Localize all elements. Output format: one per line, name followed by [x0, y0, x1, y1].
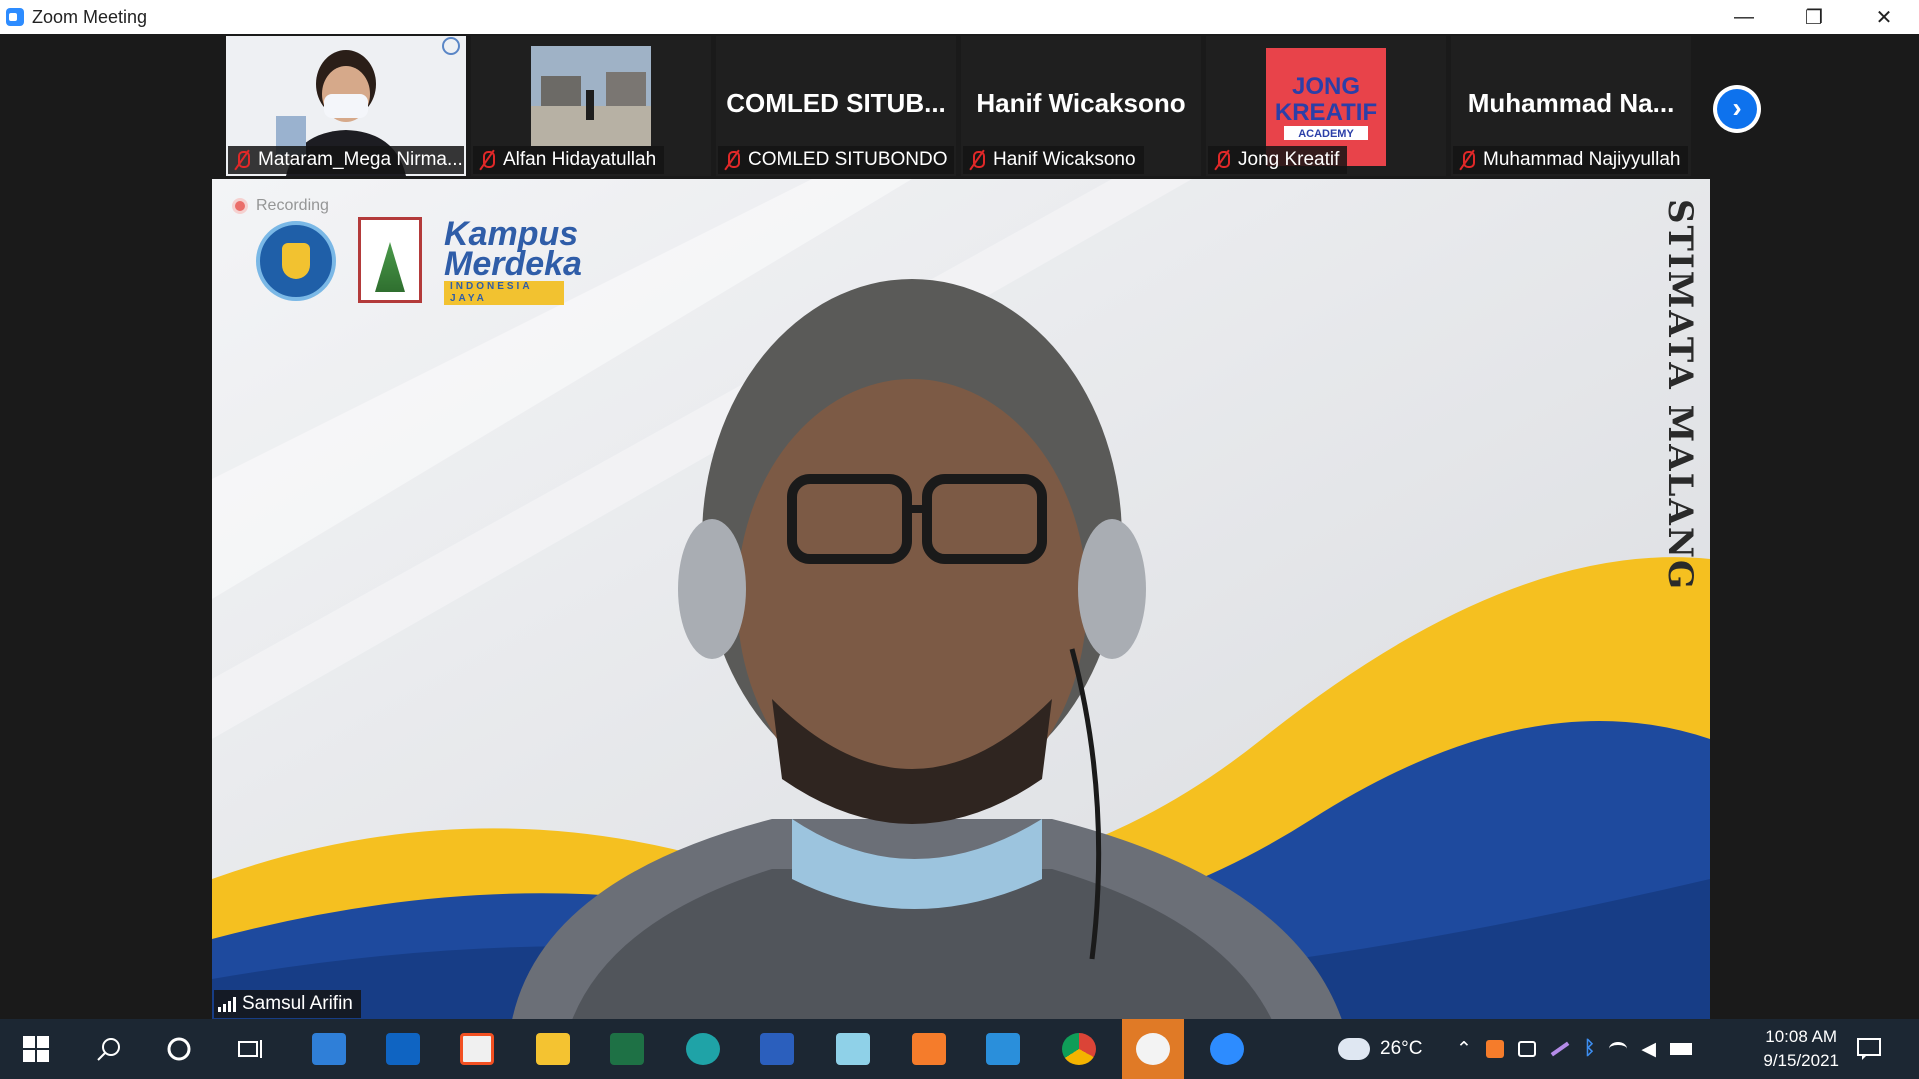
kampus-merdeka-logo: Kampus Merdeka INDONESIA JAYA — [444, 217, 582, 305]
excel-icon[interactable] — [596, 1019, 658, 1079]
weather-temperature: 26°C — [1380, 1038, 1423, 1059]
windows-taskbar: 26°C ⌃ ᛒ ◀ 10:08 AM 9/15/2021 — [0, 1019, 1919, 1079]
file-explorer-icon[interactable] — [522, 1019, 584, 1079]
clock-date: 9/15/2021 — [1763, 1051, 1839, 1070]
signal-bars-icon — [218, 996, 236, 1012]
kemendikbud-logo — [256, 221, 336, 301]
notification-icon[interactable] — [1838, 1019, 1900, 1079]
participant-tile[interactable]: Muhammad Na... Muhammad Najiyyullah — [1451, 36, 1691, 176]
vscode-icon[interactable] — [972, 1019, 1034, 1079]
participant-name: Mataram_Mega Nirma... — [258, 149, 463, 170]
mic-muted-icon — [232, 150, 252, 170]
participant-display-name: COMLED SITUB... — [726, 88, 946, 118]
edge-icon[interactable] — [672, 1019, 734, 1079]
word-icon[interactable] — [746, 1019, 808, 1079]
chevron-right-icon: › — [1717, 89, 1757, 129]
kampus-sub: INDONESIA JAYA — [444, 281, 564, 305]
participant-name-tag: Jong Kreatif — [1208, 146, 1348, 174]
pen-icon[interactable] — [1550, 1041, 1570, 1057]
mic-muted-icon — [967, 150, 987, 170]
cortana-icon[interactable] — [148, 1019, 210, 1079]
windows-start-icon[interactable] — [5, 1019, 67, 1079]
logo-word-academy: ACADEMY — [1298, 128, 1354, 140]
chevron-up-icon[interactable]: ⌃ — [1456, 1038, 1472, 1061]
store-icon[interactable] — [446, 1019, 508, 1079]
participant-strip: Mataram_Mega Nirma... Alfan Hidayatullah… — [226, 36, 1696, 176]
recording-dot-icon — [232, 198, 248, 214]
next-page-button[interactable]: › — [1713, 85, 1761, 133]
logo-word-jong: JONG — [1292, 73, 1360, 100]
participant-tile[interactable]: Mataram_Mega Nirma... — [226, 36, 466, 176]
window-title: Zoom Meeting — [32, 6, 148, 27]
system-tray: ⌃ ᛒ ◀ — [1456, 1019, 1692, 1079]
participant-name: COMLED SITUBONDO — [748, 149, 948, 170]
mic-muted-icon — [722, 150, 742, 170]
participant-tile[interactable]: Hanif Wicaksono Hanif Wicaksono — [961, 36, 1201, 176]
chrome-icon[interactable] — [1048, 1019, 1110, 1079]
bluetooth-icon[interactable]: ᛒ — [1584, 1038, 1595, 1060]
close-button[interactable]: ✕ — [1849, 0, 1919, 34]
speaker-name: Samsul Arifin — [242, 993, 353, 1014]
participant-name-tag: Alfan Hidayatullah — [473, 146, 665, 174]
window-titlebar: Zoom Meeting — ❐ ✕ — [0, 0, 1919, 34]
background-vertical-text: STIMATA MALANG — [1660, 199, 1700, 591]
participant-name-tag: Muhammad Najiyyullah — [1453, 146, 1689, 174]
task-view-icon[interactable] — [220, 1019, 282, 1079]
participant-tile[interactable]: JONG KREATIF ACADEMY Jong Kreatif — [1206, 36, 1446, 176]
minimize-button[interactable]: — — [1709, 0, 1779, 34]
participant-display-name: Muhammad Na... — [1467, 88, 1675, 118]
wifi-icon[interactable] — [1609, 1042, 1628, 1056]
kampus-line2: Merdeka — [444, 245, 582, 283]
participant-name-tag: Hanif Wicaksono — [963, 146, 1144, 174]
institution-logo — [358, 217, 422, 303]
weather-widget[interactable]: 26°C — [1338, 1019, 1422, 1079]
outlook-icon[interactable] — [372, 1019, 434, 1079]
active-speaker-video[interactable]: Recording Kampus Merdeka INDONESIA JAYA … — [212, 179, 1710, 1020]
recording-label: Recording — [256, 197, 329, 214]
participant-name-tag: COMLED SITUBONDO — [718, 146, 954, 174]
xampp-icon[interactable] — [898, 1019, 960, 1079]
participant-name-tag: Mataram_Mega Nirma... — [228, 146, 464, 174]
speaker-name-tag: Samsul Arifin — [214, 990, 361, 1018]
zoom-app-icon — [6, 8, 24, 26]
meet-now-icon[interactable] — [1517, 1041, 1536, 1057]
logo-word-kreatif: KREATIF — [1275, 99, 1377, 126]
mail-icon[interactable] — [298, 1019, 360, 1079]
taskbar-clock[interactable]: 10:08 AM 9/15/2021 — [1763, 1025, 1839, 1073]
mic-muted-icon — [1457, 150, 1477, 170]
xampp-tray-icon[interactable] — [1485, 1040, 1504, 1058]
participant-name: Jong Kreatif — [1238, 149, 1340, 170]
participant-name: Hanif Wicaksono — [993, 149, 1136, 170]
recording-indicator: Recording — [232, 197, 329, 215]
mic-muted-icon — [1212, 150, 1232, 170]
participant-tile[interactable]: Alfan Hidayatullah — [471, 36, 711, 176]
mic-muted-icon — [477, 150, 497, 170]
volume-icon[interactable]: ◀ — [1641, 1038, 1656, 1061]
participant-name: Alfan Hidayatullah — [503, 149, 657, 170]
restore-button[interactable]: ❐ — [1779, 0, 1849, 34]
battery-icon[interactable] — [1669, 1043, 1692, 1055]
participant-tile[interactable]: COMLED SITUB... COMLED SITUBONDO — [716, 36, 956, 176]
participant-name: Muhammad Najiyyullah — [1483, 149, 1681, 170]
zoom-icon[interactable] — [1196, 1019, 1258, 1079]
cloud-rain-icon — [1338, 1038, 1370, 1060]
obs-icon[interactable] — [1122, 1019, 1184, 1079]
participant-display-name: Hanif Wicaksono — [976, 88, 1186, 118]
virtual-background — [212, 179, 1710, 1020]
notepad-icon[interactable] — [822, 1019, 884, 1079]
clock-time: 10:08 AM — [1765, 1027, 1838, 1046]
search-icon[interactable] — [78, 1019, 140, 1079]
